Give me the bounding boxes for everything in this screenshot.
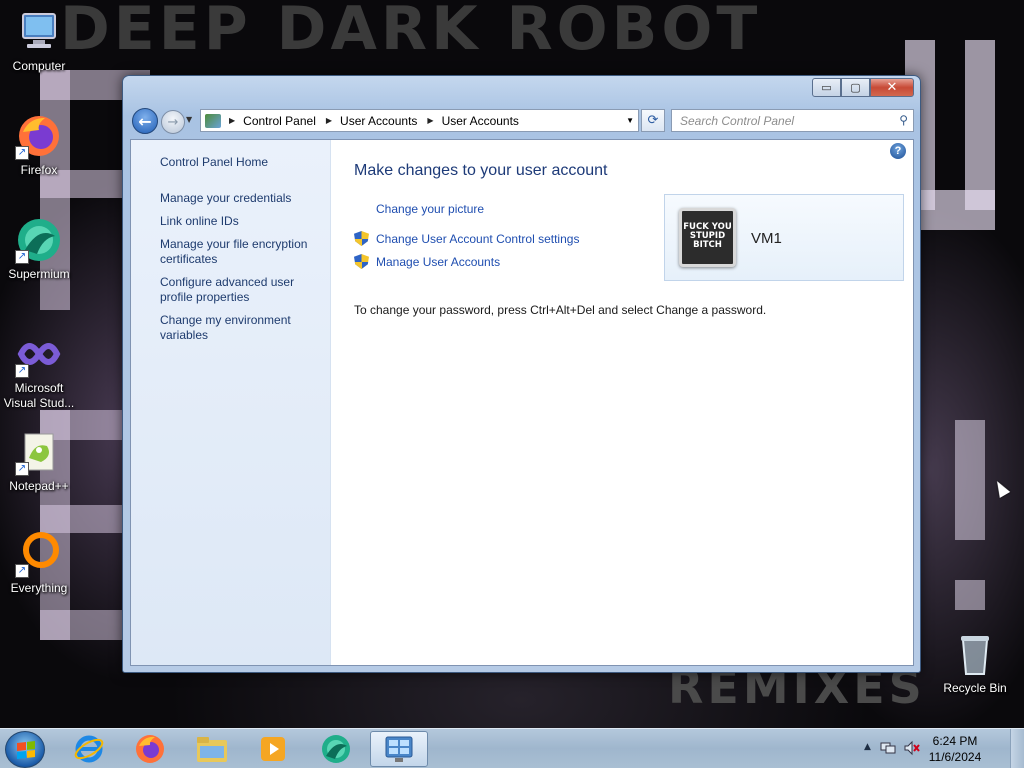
- show-hidden-icons-button[interactable]: ▲: [864, 742, 871, 752]
- shortcut-arrow-icon: ↗: [15, 364, 29, 378]
- breadcrumb-control-panel[interactable]: Control Panel: [243, 114, 316, 128]
- control-panel-icon: [205, 113, 221, 128]
- uac-shield-icon: [354, 231, 369, 246]
- taskbar-windows-explorer[interactable]: [183, 731, 241, 767]
- desktop-icon-label: Microsoft Visual Stud...: [3, 381, 75, 410]
- supermium-icon: ↗: [15, 216, 63, 264]
- taskbar-firefox[interactable]: [121, 731, 179, 767]
- link-online-ids-link[interactable]: Link online IDs: [160, 214, 325, 229]
- shortcut-arrow-icon: ↗: [15, 462, 29, 476]
- desktop-icon-label: Supermium: [8, 267, 70, 281]
- desktop-icon-label: Computer: [12, 59, 66, 73]
- windows-logo-icon: [17, 741, 35, 759]
- chevron-right-icon[interactable]: ▶: [229, 116, 235, 125]
- firefox-icon: [136, 735, 164, 763]
- main-pane: ? Make changes to your user account Chan…: [331, 140, 913, 665]
- refresh-icon: ⟳: [647, 113, 659, 128]
- minimize-button[interactable]: ▭: [812, 78, 841, 97]
- search-icon[interactable]: ⚲: [899, 113, 908, 127]
- notepadplusplus-icon: ↗: [15, 428, 63, 476]
- chevron-right-icon[interactable]: ▶: [427, 116, 433, 125]
- clock[interactable]: 6:24 PM 11/6/2024: [926, 733, 984, 765]
- address-bar[interactable]: ▶ Control Panel ▶ User Accounts ▶ User A…: [200, 109, 639, 132]
- desktop-icon-label: Recycle Bin: [943, 681, 1007, 695]
- shortcut-arrow-icon: ↗: [15, 564, 29, 578]
- taskbar-supermium[interactable]: [307, 731, 365, 767]
- computer-icon: [15, 8, 63, 56]
- navigation-bar: ← → ▼ ▶ Control Panel ▶ User Accounts ▶ …: [132, 108, 914, 134]
- wallpaper-top-text: DEEP DARK ROBOT: [60, 0, 762, 64]
- file-encryption-certificates-link[interactable]: Manage your file encryption certificates: [160, 237, 325, 267]
- shortcut-arrow-icon: ↗: [15, 146, 29, 160]
- taskbar-control-panel[interactable]: [370, 731, 428, 767]
- system-tray: ▲ 6:24 PM 11/6/2024: [854, 729, 1024, 768]
- shortcut-arrow-icon: ↗: [15, 250, 29, 264]
- desktop-icon-computer[interactable]: Computer: [0, 8, 78, 74]
- address-dropdown-icon[interactable]: ▼: [626, 116, 634, 125]
- user-accounts-window: ▭ ▢ ✕ ← → ▼ ▶ Control Panel ▶ User Accou…: [122, 75, 921, 673]
- advanced-profile-properties-link[interactable]: Configure advanced user profile properti…: [160, 275, 325, 305]
- page-title: Make changes to your user account: [354, 162, 608, 179]
- uac-settings-link[interactable]: Change User Account Control settings: [354, 231, 579, 246]
- desktop-icon-visual-studio[interactable]: ↗ Microsoft Visual Stud...: [0, 330, 78, 411]
- taskbar: ▲ 6:24 PM 11/6/2024: [0, 728, 1024, 768]
- show-desktop-button[interactable]: [1010, 729, 1024, 768]
- change-picture-link[interactable]: Change your picture: [376, 202, 484, 216]
- maximize-button[interactable]: ▢: [841, 78, 870, 97]
- clock-time: 6:24 PM: [932, 734, 978, 748]
- user-account-tile: FUCK YOU STUPID BITCH VM1: [664, 194, 904, 281]
- search-input[interactable]: Search Control Panel ⚲: [671, 109, 914, 132]
- password-hint: To change your password, press Ctrl+Alt+…: [354, 303, 767, 317]
- avatar-picture-text: FUCK YOU STUPID BITCH: [683, 222, 732, 250]
- search-placeholder: Search Control Panel: [680, 114, 795, 128]
- avatar[interactable]: FUCK YOU STUPID BITCH: [679, 208, 736, 267]
- control-panel-home-link[interactable]: Control Panel Home: [160, 155, 325, 170]
- desktop-icon-notepadplusplus[interactable]: ↗ Notepad++: [0, 428, 78, 494]
- manage-credentials-link[interactable]: Manage your credentials: [160, 191, 325, 206]
- folder-icon: [197, 737, 227, 762]
- taskbar-media-player[interactable]: [244, 731, 302, 767]
- media-player-icon: [261, 737, 285, 761]
- window-content: Control Panel Home Manage your credentia…: [130, 139, 914, 666]
- arrow-right-icon: →: [167, 114, 179, 130]
- recent-pages-dropdown[interactable]: ▼: [186, 115, 192, 124]
- account-name: VM1: [751, 230, 782, 247]
- taskbar-internet-explorer[interactable]: [60, 731, 118, 767]
- task-pane: Control Panel Home Manage your credentia…: [131, 140, 331, 665]
- desktop-icon-firefox[interactable]: ↗ Firefox: [0, 112, 78, 178]
- desktop-icon-label: Everything: [10, 581, 68, 595]
- supermium-icon: [322, 735, 350, 763]
- internet-explorer-icon: [74, 735, 104, 763]
- breadcrumb-user-accounts[interactable]: User Accounts: [340, 114, 417, 128]
- desktop-icon-label: Firefox: [20, 163, 58, 177]
- back-button[interactable]: ←: [132, 108, 158, 134]
- uac-shield-icon: [354, 254, 369, 269]
- desktop-icon-label: Notepad++: [9, 479, 69, 493]
- environment-variables-link[interactable]: Change my environment variables: [160, 313, 325, 343]
- uac-settings-label: Change User Account Control settings: [376, 231, 580, 246]
- desktop-icon-everything[interactable]: ↗ Everything: [0, 530, 78, 596]
- window-controls: ▭ ▢ ✕: [812, 78, 914, 97]
- network-icon[interactable]: [880, 740, 896, 756]
- firefox-icon: ↗: [15, 112, 63, 160]
- control-panel-icon: [385, 736, 413, 762]
- desktop-icon-supermium[interactable]: ↗ Supermium: [0, 216, 78, 282]
- manage-user-accounts-link[interactable]: Manage User Accounts: [354, 254, 500, 269]
- chevron-right-icon[interactable]: ▶: [326, 116, 332, 125]
- refresh-button[interactable]: ⟳: [641, 109, 665, 132]
- start-button[interactable]: [5, 731, 45, 768]
- recycle-bin-icon: [951, 630, 999, 678]
- clock-date: 11/6/2024: [928, 750, 982, 764]
- close-button[interactable]: ✕: [870, 78, 914, 97]
- breadcrumb-user-accounts-current[interactable]: User Accounts: [442, 114, 519, 128]
- manage-user-accounts-label: Manage User Accounts: [376, 254, 501, 269]
- desktop-icon-recycle-bin[interactable]: Recycle Bin: [936, 630, 1014, 696]
- help-icon[interactable]: ?: [890, 143, 906, 159]
- visual-studio-icon: ↗: [15, 330, 63, 378]
- arrow-left-icon: ←: [138, 111, 152, 131]
- everything-icon: ↗: [15, 530, 63, 578]
- forward-button[interactable]: →: [161, 110, 185, 134]
- volume-muted-icon[interactable]: [904, 740, 920, 756]
